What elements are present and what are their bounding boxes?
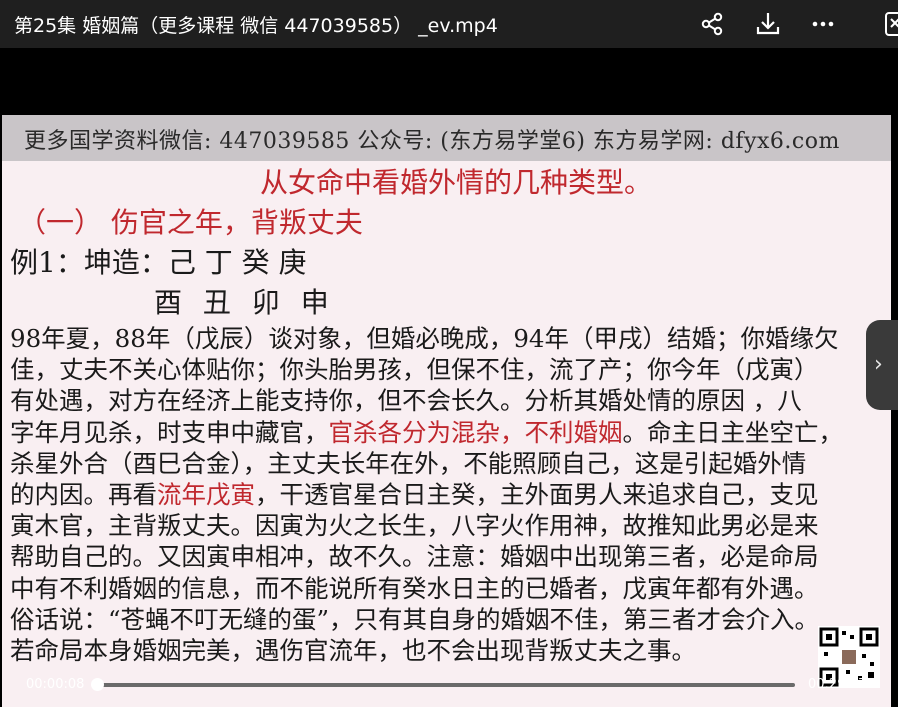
body-text-segment: ，干透官星合日主癸，主外面男人来追求自己，支见 [255,479,819,509]
chevron-right-icon: › [874,352,883,377]
body-line: 若命局本身婚姻完美，遇伤官流年，也不会出现背叛丈夫之事。 [10,635,888,666]
video-title: 第25集 婚姻篇（更多课程 微信 447039585） _ev.mp4 [14,15,498,37]
download-icon[interactable] [753,9,783,39]
title-bar: 第25集 婚姻篇（更多课程 微信 447039585） _ev.mp4 [0,0,898,48]
current-time: 00:00:08 [26,677,85,692]
slide-subheading: （一） 伤官之年，背叛丈夫 [18,206,363,239]
body-text-segment: 佳，丈夫不关心体贴你；你头胎男孩，但保不住，流了产；你今年（戊寅） [10,355,819,385]
video-frame-slide: 更多国学资料微信: 447039585 公众号: (东方易学堂6) 东方易学网:… [2,115,891,707]
body-line: 帮助自己的。又因寅申相冲，故不久。注意：婚姻中出现第三者，必是命局 [10,541,888,572]
body-text-segment: 。命主日主坐空亡， [622,417,844,447]
body-text-segment: 中有不利婚姻的信息，而不能说所有癸水日主的已婚者，戊寅年都有外遇。 [10,573,819,603]
body-text-segment: 有处遇，对方在经济上能支持你，但不会长久。分析其婚处情的原因 ，八 [10,386,802,416]
progress-track[interactable] [97,683,795,687]
body-text-segment: 的内因。再看 [10,479,157,509]
body-line: 杀星外合（酉巳合金），主丈夫长年在外，不能照顾自己，这是引起婚外情 [10,448,888,479]
total-time: 00:29:37 [808,677,867,692]
slide-body-text: 98年夏，88年（戊辰）谈对象，但婚必晚成，94年（甲戌）结婚；你婚缘欠 佳，丈夫… [10,323,888,666]
body-text-segment: 若命局本身婚姻完美，遇伤官流年，也不会出现背叛丈夫之事。 [10,635,696,665]
banner-text: 更多国学资料微信: 447039585 公众号: (东方易学堂6) 东方易学网:… [24,129,840,154]
more-icon[interactable] [808,9,838,39]
highlighted-text: 官杀各分为混杂，不利婚姻 [328,417,623,447]
highlighted-text: 流年戊寅 [157,479,255,509]
body-line: 98年夏，88年（戊辰）谈对象，但婚必晚成，94年（甲戌）结婚；你婚缘欠 [10,323,888,354]
body-text-segment: 俗话说：“苍蝇不叮无缝的蛋”，只有其自身的婚姻不佳，第三者才会介入。 [10,604,820,634]
body-text-segment: 寅木官，主背叛丈夫。因寅为火之长生，八字火作用神，故推知此男必是来 [10,511,819,541]
slide-heading: 从女命中看婚外情的几种类型。 [260,166,653,199]
body-line: 佳，丈夫不关心体贴你；你头胎男孩，但保不住，流了产；你今年（戊寅） [10,354,888,385]
body-text-segment: 字年月见杀，时支申中藏官， [10,417,329,447]
body-text-segment: 98年夏，88年（戊辰）谈对象，但婚必晚成，94年（甲戌）结婚；你婚缘欠 [10,324,839,353]
example-line-2: 酉 丑 卯 申 [154,286,335,319]
watermark-banner: 更多国学资料微信: 447039585 公众号: (东方易学堂6) 东方易学网:… [2,115,891,161]
body-line: 有处遇，对方在经济上能支持你，但不会长久。分析其婚处情的原因 ，八 [10,385,888,416]
body-line: 的内因。再看流年戊寅，干透官星合日主癸，主外面男人来追求自己，支见 [10,479,888,510]
body-line: 寅木官，主背叛丈夫。因寅为火之长生，八字火作用神，故推知此男必是来 [10,510,888,541]
body-text-segment: 杀星外合（酉巳合金），主丈夫长年在外，不能照顾自己，这是引起婚外情 [10,448,807,478]
body-text-segment: 帮助自己的。又因寅申相冲，故不久。注意：婚姻中出现第三者，必是命局 [10,542,819,572]
progress-knob[interactable] [91,678,104,691]
exit-icon[interactable] [882,9,898,39]
body-line: 中有不利婚姻的信息，而不能说所有癸水日主的已婚者，戊寅年都有外遇。 [10,573,888,604]
share-icon[interactable] [698,9,728,39]
example-line-1: 例1：坤造：己 丁 癸 庚 [10,246,307,279]
body-line: 俗话说：“苍蝇不叮无缝的蛋”，只有其自身的婚姻不佳，第三者才会介入。 [10,604,888,635]
body-line: 字年月见杀，时支申中藏官，官杀各分为混杂，不利婚姻。命主日主坐空亡， [10,417,888,448]
side-panel-toggle[interactable]: › [866,320,898,410]
